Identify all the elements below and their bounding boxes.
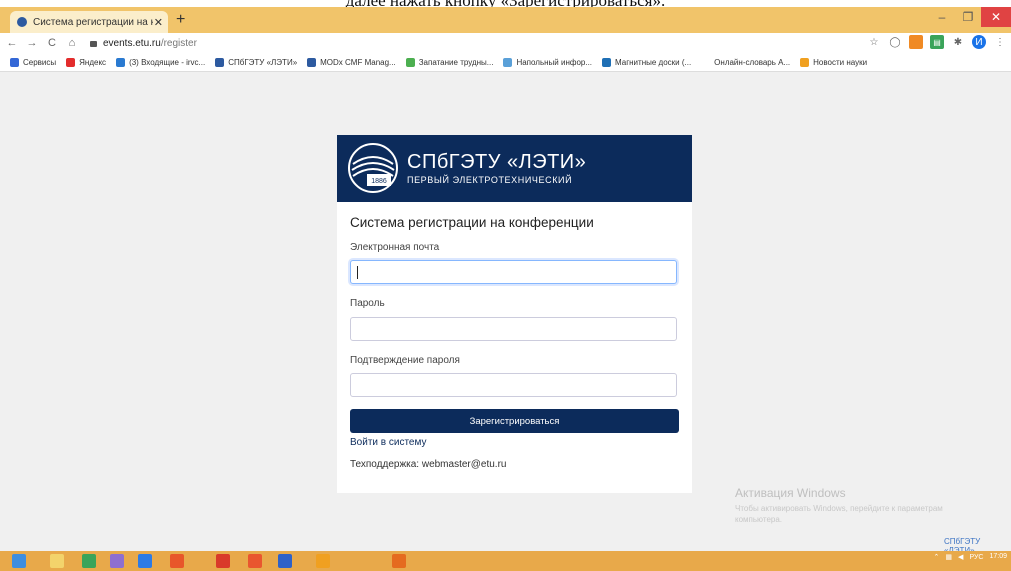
- network-icon[interactable]: ▦: [945, 553, 952, 561]
- taskbar-app-icon[interactable]: [392, 554, 406, 568]
- bookmark-label: Напольный инфор...: [516, 57, 593, 67]
- bookmark-favicon-icon: [215, 57, 225, 67]
- bookmark-item[interactable]: (3) Входящие - irvc...: [116, 57, 206, 67]
- windows-activation-title: Активация Windows: [735, 486, 846, 500]
- lock-icon: [90, 41, 97, 47]
- registration-card: 1886 СПбГЭТУ «ЛЭТИ» ПЕРВЫЙ ЭЛЕКТРОТЕХНИЧ…: [337, 135, 692, 493]
- email-field[interactable]: [350, 260, 677, 284]
- back-arrow-icon[interactable]: ←: [4, 37, 20, 49]
- bookmark-favicon-icon: [800, 57, 810, 67]
- extensions-puzzle-icon[interactable]: ✱: [951, 35, 965, 49]
- logo-subtitle: ПЕРВЫЙ ЭЛЕКТРОТЕХНИЧЕСКИЙ: [407, 175, 573, 185]
- password-label: Пароль: [350, 298, 385, 309]
- bookmark-item[interactable]: Напольный инфор...: [503, 57, 593, 67]
- taskbar-app-icon[interactable]: [170, 554, 184, 568]
- bookmark-label: Яндекс: [79, 57, 107, 67]
- url-host: events.etu.ru: [103, 37, 161, 49]
- bookmark-item[interactable]: Запатание трудны...: [405, 57, 494, 67]
- bookmark-label: СПбГЭТУ «ЛЭТИ»: [228, 57, 298, 67]
- bookmark-favicon-icon: [307, 57, 317, 67]
- bookmark-item[interactable]: Яндекс: [66, 57, 107, 67]
- bookmark-label: Онлайн-словарь A...: [714, 57, 791, 67]
- tray-chevron-icon[interactable]: ⌃: [934, 553, 940, 561]
- confirm-password-label: Подтверждение пароля: [350, 355, 460, 366]
- extension-icon[interactable]: [909, 35, 923, 49]
- bookmarks-bar: Сервисы Яндекс (3) Входящие - irvc... СПбГЭ…: [0, 53, 1011, 72]
- input-language[interactable]: РУС: [969, 554, 983, 561]
- tab-close-icon[interactable]: ✕: [153, 16, 164, 29]
- home-icon[interactable]: ⌂: [64, 37, 80, 49]
- logo-year: 1886: [371, 178, 387, 185]
- logo-title: СПбГЭТУ «ЛЭТИ»: [407, 151, 587, 173]
- forward-arrow-icon[interactable]: →: [24, 37, 40, 49]
- window-close-button[interactable]: ✕: [981, 7, 1011, 27]
- password-field[interactable]: [350, 317, 677, 341]
- url-path: /register: [160, 37, 197, 49]
- windows-taskbar: ⌃ ▦ ◀ РУС 17:09: [0, 551, 1011, 571]
- bookmark-favicon-icon: [66, 57, 76, 67]
- address-bar[interactable]: events.etu.ru /register: [90, 38, 197, 49]
- browser-tab[interactable]: Система регистрации на конфе ✕: [10, 11, 168, 33]
- taskbar-app-icon[interactable]: [248, 554, 262, 568]
- browser-tabstrip: Система регистрации на конфе ✕ + – ❐ ✕: [0, 7, 1011, 33]
- bookmark-item[interactable]: MODx CMF Manag...: [307, 57, 396, 67]
- bookmark-label: Новости науки: [813, 57, 868, 67]
- page-title: Система регистрации на конференции: [350, 215, 594, 230]
- taskbar-app-icon[interactable]: [138, 554, 152, 568]
- bookmark-label: Магнитные доски (...: [615, 57, 692, 67]
- bookmark-label: (3) Входящие - irvc...: [129, 57, 206, 67]
- text-caret: [357, 266, 358, 279]
- bookmark-favicon-icon: [503, 57, 513, 67]
- window-maximize-button[interactable]: ❐: [955, 7, 981, 27]
- taskbar-app-icon[interactable]: [82, 554, 96, 568]
- register-button[interactable]: Зарегистрироваться: [350, 409, 679, 433]
- start-button-icon[interactable]: [12, 554, 26, 568]
- bookmark-label: MODx CMF Manag...: [320, 57, 396, 67]
- new-tab-button[interactable]: +: [176, 11, 185, 29]
- bookmark-item[interactable]: Магнитные доски (...: [602, 57, 692, 67]
- tab-title: Система регистрации на конфе: [33, 16, 153, 28]
- support-contact: Техподдержка: webmaster@etu.ru: [350, 459, 507, 470]
- taskbar-app-icon[interactable]: [278, 554, 292, 568]
- bookmark-label: Сервисы: [23, 57, 57, 67]
- windows-activation-subtitle: Чтобы активировать Windows, перейдите к …: [735, 504, 943, 524]
- volume-icon[interactable]: ◀: [958, 553, 963, 561]
- card-header: 1886 СПбГЭТУ «ЛЭТИ» ПЕРВЫЙ ЭЛЕКТРОТЕХНИЧ…: [337, 135, 692, 202]
- extension-icon[interactable]: ▤: [930, 35, 944, 49]
- bookmark-item[interactable]: Сервисы: [10, 57, 57, 67]
- reload-icon[interactable]: C: [44, 37, 60, 49]
- bookmark-item[interactable]: Новости науки: [800, 57, 868, 67]
- browser-toolbar: ← → C ⌂ events.etu.ru /register ☆ ◯ ▤ ✱ …: [0, 33, 1011, 53]
- taskbar-app-icon[interactable]: [110, 554, 124, 568]
- system-tray: ⌃ ▦ ◀ РУС 17:09: [934, 553, 1007, 561]
- more-menu-icon[interactable]: ⋮: [993, 35, 1007, 49]
- taskbar-app-icon[interactable]: [316, 554, 330, 568]
- page-viewport: 1886 СПбГЭТУ «ЛЭТИ» ПЕРВЫЙ ЭЛЕКТРОТЕХНИЧ…: [0, 72, 1011, 551]
- email-label: Электронная почта: [350, 242, 440, 253]
- profile-avatar[interactable]: И: [972, 35, 986, 49]
- bookmark-favicon-icon: [405, 57, 415, 67]
- bookmark-favicon-icon: [602, 57, 612, 67]
- bookmark-item[interactable]: Онлайн-словарь A...: [701, 57, 791, 67]
- bookmark-favicon-icon: [701, 57, 711, 67]
- bookmark-star-icon[interactable]: ☆: [867, 35, 881, 49]
- bookmark-favicon-icon: [116, 57, 126, 67]
- login-link[interactable]: Войти в систему: [350, 437, 426, 448]
- opera-icon[interactable]: ◯: [888, 35, 902, 49]
- bookmark-item[interactable]: СПбГЭТУ «ЛЭТИ»: [215, 57, 298, 67]
- taskbar-app-icon[interactable]: [50, 554, 64, 568]
- bookmark-label: Запатание трудны...: [418, 57, 494, 67]
- window-minimize-button[interactable]: –: [929, 7, 955, 27]
- taskbar-app-icon[interactable]: [216, 554, 230, 568]
- leti-logo-icon: 1886: [348, 143, 398, 193]
- clock[interactable]: 17:09: [989, 553, 1007, 561]
- confirm-password-field[interactable]: [350, 373, 677, 397]
- site-favicon-icon: [17, 17, 27, 27]
- bookmark-favicon-icon: [10, 57, 19, 67]
